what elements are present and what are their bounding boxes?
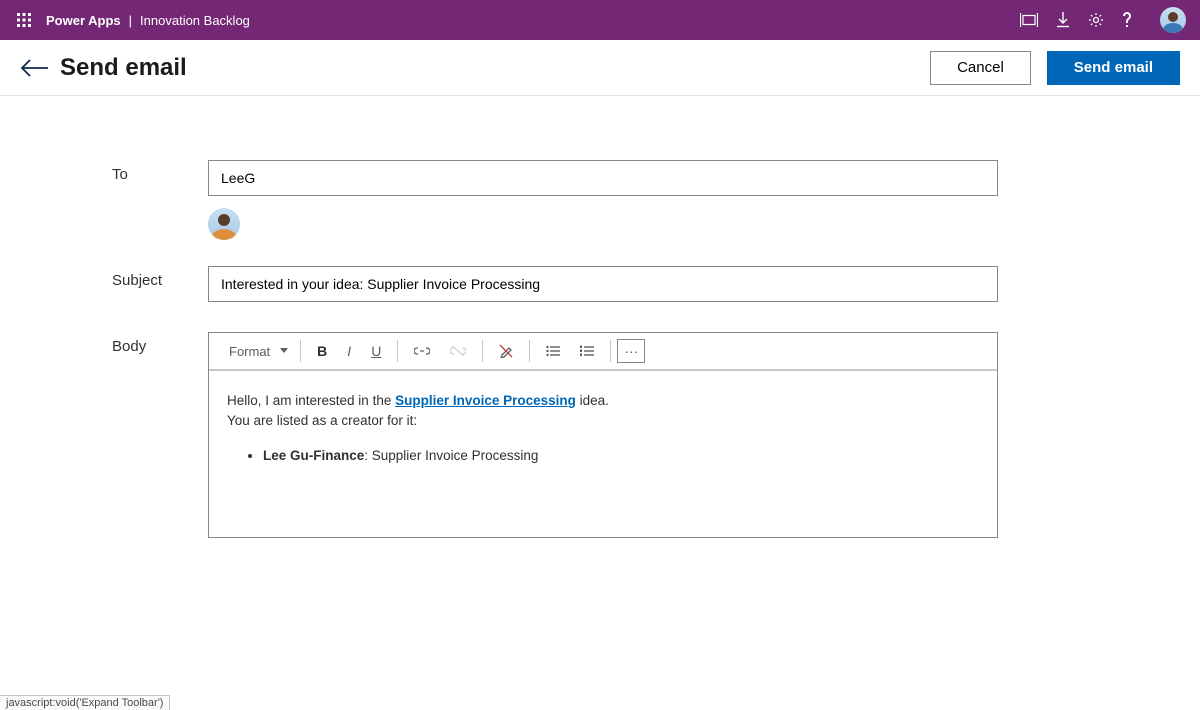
fit-to-screen-icon[interactable]: [1020, 13, 1038, 27]
brand-label: Power Apps: [40, 13, 121, 28]
body-label: Body: [112, 332, 208, 538]
to-input[interactable]: [208, 160, 998, 196]
rte-link-button[interactable]: [404, 339, 440, 363]
rte-bold-button[interactable]: B: [307, 339, 337, 363]
rte-unlink-button[interactable]: [440, 339, 476, 363]
rte-clear-format-button[interactable]: [489, 339, 523, 363]
body-line1-pre: Hello, I am interested in the: [227, 393, 395, 408]
body-idea-link[interactable]: Supplier Invoice Processing: [395, 393, 576, 408]
to-row: To: [112, 160, 1200, 196]
brand-separator: |: [121, 13, 140, 28]
body-row: Body Format B I U: [112, 332, 1200, 538]
app-launcher-icon[interactable]: [8, 13, 40, 27]
body-line1-post: idea.: [576, 393, 609, 408]
help-icon[interactable]: [1122, 12, 1132, 28]
rte-underline-button[interactable]: U: [361, 339, 391, 363]
toolbar-divider: [397, 340, 398, 362]
status-bar: javascript:void('Expand Toolbar'): [0, 695, 170, 710]
cancel-button[interactable]: Cancel: [930, 51, 1031, 85]
recipient-chip-row: [112, 208, 1200, 240]
to-label: To: [112, 160, 208, 196]
subject-input[interactable]: [208, 266, 998, 302]
rte-format-dropdown[interactable]: Format: [219, 339, 294, 363]
user-avatar[interactable]: [1160, 7, 1186, 33]
rte-body-content[interactable]: Hello, I am interested in the Supplier I…: [209, 371, 997, 537]
toolbar-divider: [300, 340, 301, 362]
download-icon[interactable]: [1056, 12, 1070, 28]
toolbar-divider: [529, 340, 530, 362]
email-form: To Subject Body Format B I U: [0, 160, 1200, 568]
body-bullet-strong: Lee Gu-Finance: [263, 448, 364, 463]
body-bullet: Lee Gu-Finance: Supplier Invoice Process…: [263, 446, 979, 466]
body-bullet-rest: : Supplier Invoice Processing: [364, 448, 538, 463]
rte-toolbar: Format B I U: [209, 333, 997, 371]
subject-label: Subject: [112, 266, 208, 302]
app-bar: Power Apps | Innovation Backlog: [0, 0, 1200, 40]
rich-text-editor: Format B I U: [208, 332, 998, 538]
settings-gear-icon[interactable]: [1088, 12, 1104, 28]
appbar-actions: [1020, 7, 1192, 33]
send-email-button[interactable]: Send email: [1047, 51, 1180, 85]
body-line2: You are listed as a creator for it:: [227, 411, 979, 431]
app-name-label: Innovation Backlog: [140, 13, 250, 28]
toolbar-divider: [610, 340, 611, 362]
rte-numbered-list-button[interactable]: [570, 339, 604, 363]
page-title: Send email: [60, 54, 187, 82]
page-header: Send email Cancel Send email: [0, 40, 1200, 96]
rte-bullet-list-button[interactable]: [536, 339, 570, 363]
rte-more-button[interactable]: ···: [617, 339, 645, 363]
toolbar-divider: [482, 340, 483, 362]
recipient-avatar-chip[interactable]: [208, 208, 240, 240]
back-arrow-icon[interactable]: [20, 58, 60, 78]
rte-italic-button[interactable]: I: [337, 339, 361, 363]
subject-row: Subject: [112, 266, 1200, 302]
